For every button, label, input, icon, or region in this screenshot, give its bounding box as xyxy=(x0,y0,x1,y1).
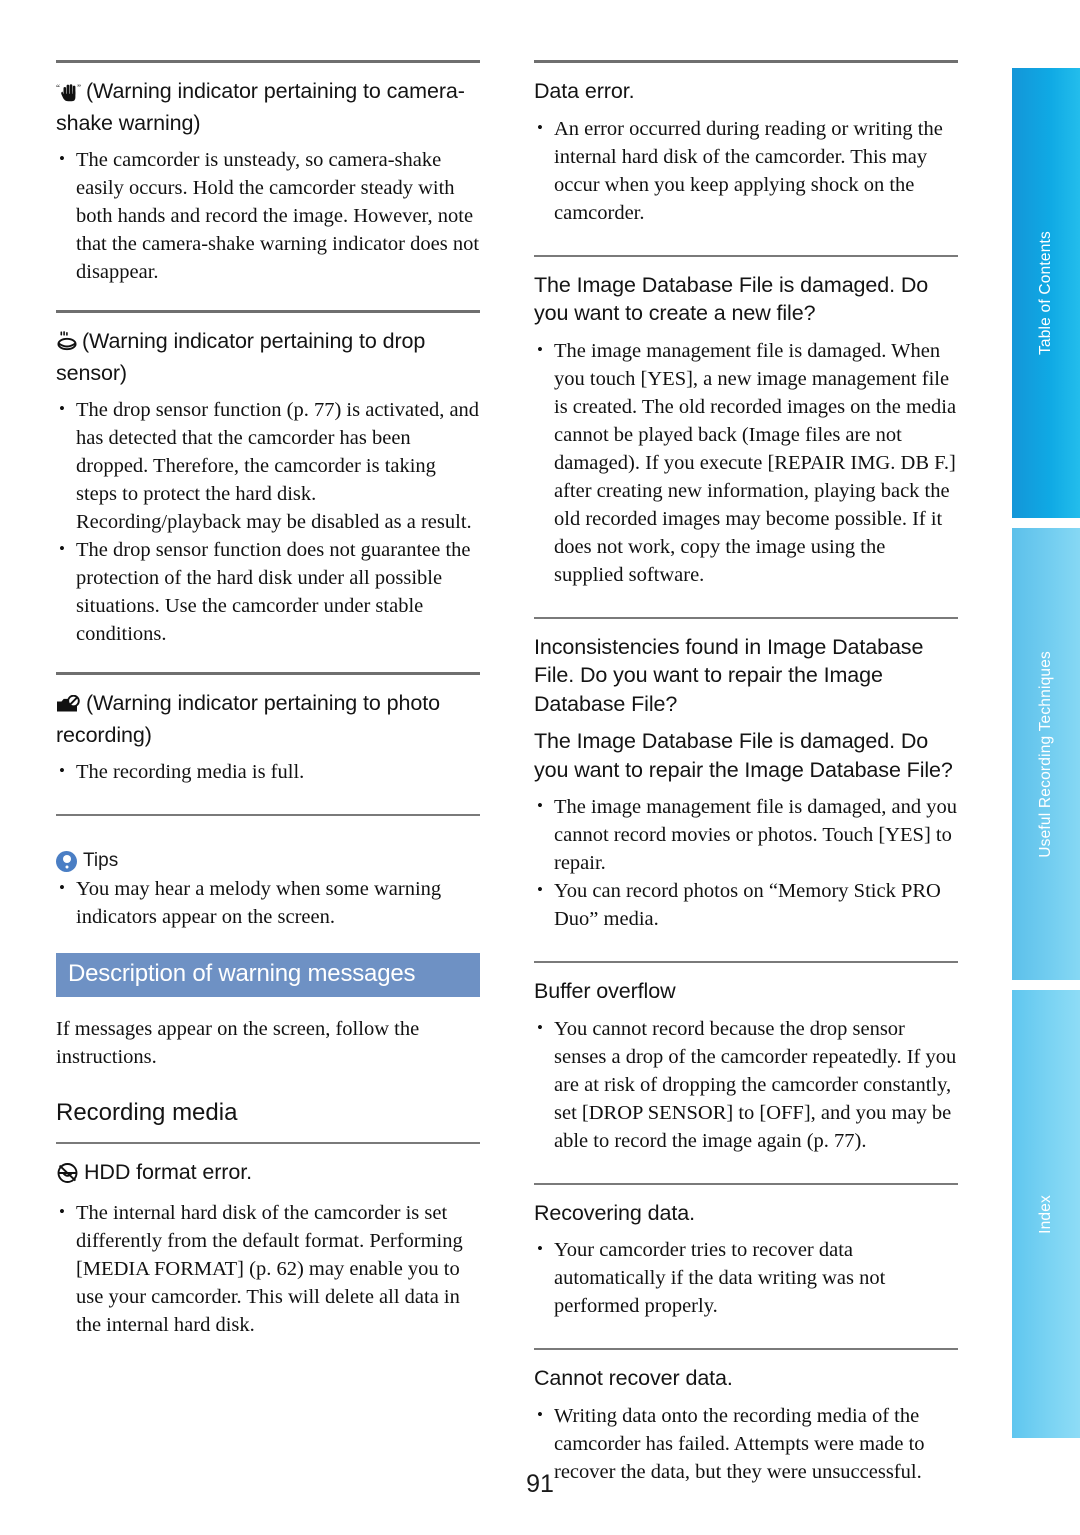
section-divider xyxy=(534,616,958,619)
photo-recording-prohibited-icon xyxy=(56,692,82,721)
tab-label: Table of Contents xyxy=(1037,230,1054,356)
bullet-list: Your camcorder tries to recover data aut… xyxy=(534,1235,958,1320)
list-item: You cannot record because the drop senso… xyxy=(534,1014,958,1155)
tab-index[interactable]: Index xyxy=(1012,990,1080,1438)
section-divider xyxy=(56,60,480,63)
list-item: The camcorder is unsteady, so camera-sha… xyxy=(56,145,480,286)
tab-useful-recording-techniques[interactable]: Useful Recording Techniques xyxy=(1012,528,1080,980)
section-divider xyxy=(534,961,958,963)
section-divider xyxy=(534,254,958,257)
page-number: 91 xyxy=(526,1470,554,1498)
list-item: You may hear a melody when some warning … xyxy=(56,874,480,931)
svg-text:“: “ xyxy=(56,83,60,93)
navigation-tab-rail: Table of Contents Useful Recording Techn… xyxy=(1012,68,1080,1468)
message-heading-hdd-format-error: HDD format error. xyxy=(56,1158,480,1190)
bullet-list: The recording media is full. xyxy=(56,757,480,786)
lightbulb-tips-icon xyxy=(56,850,77,872)
list-item: The image management file is damaged. Wh… xyxy=(534,336,958,589)
section-banner: Description of warning messages xyxy=(56,953,480,997)
warning-heading-text: (Warning indicator pertaining to drop se… xyxy=(56,329,426,385)
message-heading-text: HDD format error. xyxy=(84,1160,252,1184)
message-heading-data-error: Data error. xyxy=(534,79,635,103)
subsection-title-recording-media: Recording media xyxy=(56,1099,238,1126)
warning-heading-text: (Warning indicator pertaining to camera-… xyxy=(56,79,465,135)
bullet-list: The camcorder is unsteady, so camera-sha… xyxy=(56,145,480,286)
message-heading-recovering-data: Recovering data. xyxy=(534,1200,695,1225)
warning-heading-drop-sensor: (Warning indicator pertaining to drop se… xyxy=(56,327,480,387)
list-item: The recording media is full. xyxy=(56,757,480,786)
section-divider xyxy=(534,1182,958,1185)
tab-label: Index xyxy=(1037,1194,1054,1234)
bullet-list: The image management file is damaged, an… xyxy=(534,792,958,933)
intro-paragraph: If messages appear on the screen, follow… xyxy=(56,1018,420,1068)
tab-table-of-contents[interactable]: Table of Contents xyxy=(1012,68,1080,518)
warning-heading-camera-shake: “ ” (Warning indicator pertaining to cam… xyxy=(56,77,480,137)
list-item: The drop sensor function (p. 77) is acti… xyxy=(56,395,480,536)
section-divider xyxy=(534,1348,958,1350)
section-divider xyxy=(56,672,480,675)
section-divider xyxy=(534,60,958,63)
list-item: Your camcorder tries to recover data aut… xyxy=(534,1235,958,1320)
warning-heading-text: (Warning indicator pertaining to photo r… xyxy=(56,691,440,747)
list-item: You can record photos on “Memory Stick P… xyxy=(534,876,958,933)
camera-shake-hand-icon: “ ” xyxy=(56,80,82,109)
list-item: The drop sensor function does not guaran… xyxy=(56,535,480,648)
message-heading-image-db-create-new: The Image Database File is damaged. Do y… xyxy=(534,272,929,326)
manual-page: “ ” (Warning indicator pertaining to cam… xyxy=(0,0,1080,1535)
list-item: The internal hard disk of the camcorder … xyxy=(56,1198,480,1339)
message-heading-cannot-recover-data: Cannot recover data. xyxy=(534,1366,733,1390)
right-text-column: Data error. An error occurred during rea… xyxy=(534,60,958,1500)
tips-heading: Tips xyxy=(56,850,480,872)
section-divider xyxy=(56,310,480,313)
bullet-list: You may hear a melody when some warning … xyxy=(56,874,480,931)
hdd-format-error-icon xyxy=(56,1161,80,1190)
message-heading-inconsistencies-found: Inconsistencies found in Image Database … xyxy=(534,634,924,716)
warning-heading-photo-recording: (Warning indicator pertaining to photo r… xyxy=(56,689,480,749)
tips-label: Tips xyxy=(83,850,119,871)
list-item: The image management file is damaged, an… xyxy=(534,792,958,877)
left-text-column: “ ” (Warning indicator pertaining to cam… xyxy=(56,60,480,1353)
section-divider xyxy=(56,814,480,816)
bullet-list: The drop sensor function (p. 77) is acti… xyxy=(56,395,480,648)
drop-sensor-icon xyxy=(56,330,78,359)
list-item: An error occurred during reading or writ… xyxy=(534,114,958,227)
svg-text:”: ” xyxy=(77,83,81,93)
message-heading-image-db-repair: The Image Database File is damaged. Do y… xyxy=(534,729,953,782)
tab-separator xyxy=(1012,980,1080,984)
section-divider xyxy=(56,1142,480,1144)
tab-label: Useful Recording Techniques xyxy=(1037,650,1054,858)
tab-separator xyxy=(1012,518,1080,522)
message-heading-buffer-overflow: Buffer overflow xyxy=(534,979,676,1003)
bullet-list: You cannot record because the drop senso… xyxy=(534,1014,958,1155)
bullet-list: An error occurred during reading or writ… xyxy=(534,114,958,227)
bullet-list: The internal hard disk of the camcorder … xyxy=(56,1198,480,1339)
bullet-list: The image management file is damaged. Wh… xyxy=(534,336,958,589)
